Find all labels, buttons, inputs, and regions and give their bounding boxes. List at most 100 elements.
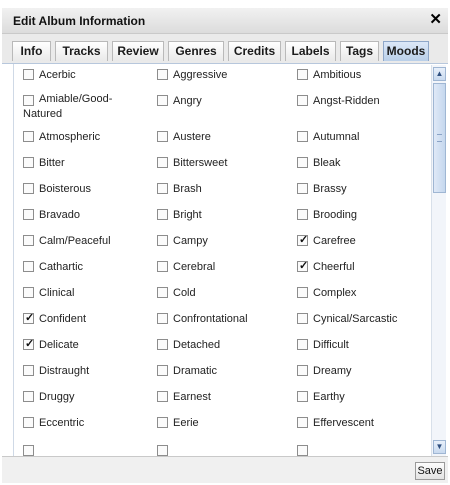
mood-checkbox[interactable] xyxy=(297,445,308,456)
mood-option[interactable]: Brooding xyxy=(297,204,427,230)
mood-option[interactable]: Cathartic xyxy=(23,256,153,282)
mood-checkbox[interactable] xyxy=(157,339,168,350)
mood-checkbox[interactable]: ✓ xyxy=(23,312,34,324)
mood-checkbox[interactable] xyxy=(23,183,34,194)
mood-checkbox[interactable] xyxy=(157,131,168,142)
mood-checkbox[interactable] xyxy=(157,313,168,324)
vertical-scrollbar[interactable]: ▲ ▼ xyxy=(431,65,446,456)
mood-option[interactable]: Dreamy xyxy=(297,360,427,386)
mood-option[interactable]: Dramatic xyxy=(157,360,287,386)
mood-checkbox[interactable] xyxy=(23,69,34,80)
tab-moods[interactable]: Moods xyxy=(383,41,429,61)
scroll-down-icon[interactable]: ▼ xyxy=(433,440,446,454)
mood-checkbox[interactable] xyxy=(157,391,168,402)
mood-option[interactable]: Amiable/Good-Natured xyxy=(23,90,153,120)
mood-checkbox[interactable] xyxy=(297,157,308,168)
mood-option[interactable]: ✓ Carefree xyxy=(297,230,427,256)
mood-checkbox[interactable] xyxy=(297,287,308,298)
mood-checkbox[interactable] xyxy=(157,261,168,272)
mood-option[interactable]: ✓ Delicate xyxy=(23,334,153,360)
mood-option[interactable]: Ambitious xyxy=(297,64,427,90)
mood-checkbox[interactable] xyxy=(157,183,168,194)
mood-option[interactable]: Calm/Peaceful xyxy=(23,230,153,256)
mood-checkbox[interactable] xyxy=(157,235,168,246)
mood-checkbox[interactable] xyxy=(157,209,168,220)
mood-option[interactable]: Cerebral xyxy=(157,256,287,282)
mood-option[interactable]: Campy xyxy=(157,230,287,256)
mood-checkbox[interactable] xyxy=(157,417,168,428)
mood-checkbox[interactable]: ✓ xyxy=(23,338,34,350)
mood-checkbox[interactable] xyxy=(157,365,168,376)
mood-checkbox[interactable] xyxy=(23,391,34,402)
mood-checkbox[interactable] xyxy=(297,365,308,376)
mood-checkbox[interactable] xyxy=(297,131,308,142)
mood-option[interactable]: Boisterous xyxy=(23,178,153,204)
mood-checkbox[interactable]: ✓ xyxy=(297,260,308,272)
tab-tags[interactable]: Tags xyxy=(340,41,379,61)
mood-option[interactable]: Acerbic xyxy=(23,64,153,90)
mood-checkbox[interactable] xyxy=(297,95,308,106)
mood-option[interactable]: Angry xyxy=(157,90,287,116)
mood-checkbox[interactable] xyxy=(297,183,308,194)
mood-checkbox[interactable] xyxy=(157,95,168,106)
mood-checkbox[interactable] xyxy=(23,261,34,272)
mood-option[interactable]: Bravado xyxy=(23,204,153,230)
mood-checkbox[interactable] xyxy=(23,235,34,246)
mood-option[interactable]: Eccentric xyxy=(23,412,153,438)
mood-checkbox[interactable] xyxy=(297,417,308,428)
mood-checkbox[interactable] xyxy=(23,445,34,456)
mood-checkbox[interactable] xyxy=(157,157,168,168)
mood-option[interactable]: ✓ Confident xyxy=(23,308,153,334)
close-icon[interactable]: ✕ xyxy=(429,11,442,29)
mood-option[interactable]: Austere xyxy=(157,126,287,152)
mood-option[interactable]: Bittersweet xyxy=(157,152,287,178)
mood-checkbox[interactable] xyxy=(23,131,34,142)
mood-checkbox[interactable] xyxy=(297,339,308,350)
mood-option[interactable]: Atmospheric xyxy=(23,126,153,152)
mood-option[interactable] xyxy=(157,440,287,456)
tab-genres[interactable]: Genres xyxy=(168,41,224,61)
mood-option[interactable]: Brassy xyxy=(297,178,427,204)
mood-option[interactable]: Detached xyxy=(157,334,287,360)
mood-option[interactable]: Cynical/Sarcastic xyxy=(297,308,427,334)
mood-option[interactable]: Earthy xyxy=(297,386,427,412)
mood-checkbox[interactable] xyxy=(297,391,308,402)
mood-checkbox[interactable] xyxy=(297,313,308,324)
mood-option[interactable]: Confrontational xyxy=(157,308,287,334)
mood-checkbox[interactable] xyxy=(157,69,168,80)
mood-checkbox[interactable] xyxy=(297,209,308,220)
tab-review[interactable]: Review xyxy=(112,41,164,61)
tab-credits[interactable]: Credits xyxy=(228,41,281,61)
mood-option[interactable]: Bright xyxy=(157,204,287,230)
mood-option[interactable]: Autumnal xyxy=(297,126,427,152)
scroll-thumb[interactable] xyxy=(433,83,446,193)
mood-option[interactable]: Difficult xyxy=(297,334,427,360)
tab-tracks[interactable]: Tracks xyxy=(55,41,108,61)
mood-option[interactable]: Bitter xyxy=(23,152,153,178)
mood-checkbox[interactable] xyxy=(23,209,34,220)
mood-checkbox[interactable] xyxy=(297,69,308,80)
mood-checkbox[interactable] xyxy=(23,157,34,168)
save-button[interactable]: Save xyxy=(415,462,445,480)
mood-option[interactable]: Eerie xyxy=(157,412,287,438)
mood-checkbox[interactable]: ✓ xyxy=(297,234,308,246)
mood-option[interactable]: Aggressive xyxy=(157,64,287,90)
mood-option[interactable] xyxy=(297,440,427,456)
mood-option[interactable]: Angst-Ridden xyxy=(297,90,427,116)
tab-info[interactable]: Info xyxy=(12,41,51,61)
mood-option[interactable]: Brash xyxy=(157,178,287,204)
mood-checkbox[interactable] xyxy=(157,287,168,298)
mood-option[interactable]: Effervescent xyxy=(297,412,427,438)
mood-option[interactable]: Complex xyxy=(297,282,427,308)
mood-option[interactable]: Clinical xyxy=(23,282,153,308)
mood-option[interactable]: Distraught xyxy=(23,360,153,386)
scroll-up-icon[interactable]: ▲ xyxy=(433,67,446,81)
mood-option[interactable]: ✓ Cheerful xyxy=(297,256,427,282)
mood-option[interactable] xyxy=(23,440,153,456)
mood-option[interactable]: Cold xyxy=(157,282,287,308)
mood-checkbox[interactable] xyxy=(23,365,34,376)
mood-option[interactable]: Bleak xyxy=(297,152,427,178)
mood-option[interactable]: Earnest xyxy=(157,386,287,412)
mood-checkbox[interactable] xyxy=(23,287,34,298)
mood-checkbox[interactable] xyxy=(23,417,34,428)
